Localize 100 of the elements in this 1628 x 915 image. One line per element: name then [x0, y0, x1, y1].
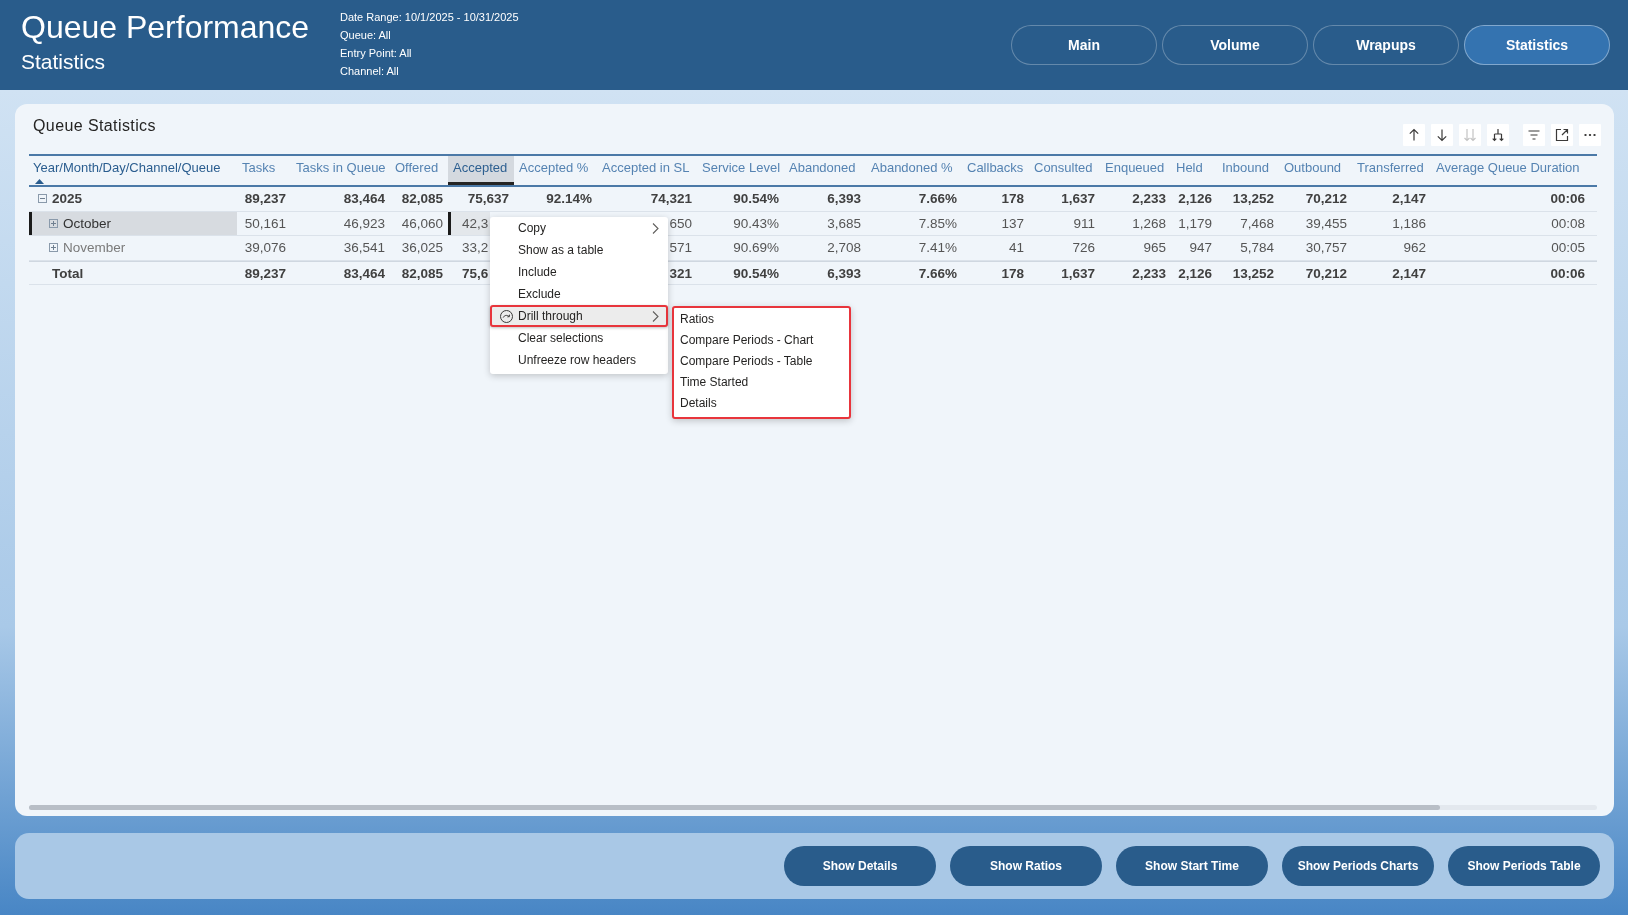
table-cell-text: 7.85% — [917, 214, 958, 233]
page-subtitle: Statistics — [21, 49, 106, 75]
column-header[interactable]: Enqueued — [1100, 156, 1171, 185]
table-cell-text: 3,685 — [826, 214, 862, 233]
table-cell-text: 30,757 — [1304, 239, 1348, 257]
table-cell-text: 46,060 — [400, 214, 444, 233]
table-cell-text: 82,085 — [400, 190, 444, 208]
column-header[interactable]: Accepted % — [514, 156, 597, 185]
nav-tab[interactable]: Statistics — [1464, 25, 1610, 65]
action-button[interactable]: Show Start Time — [1116, 846, 1268, 886]
table-cell-text: 90.54% — [732, 190, 780, 208]
filter-text: Queue: All — [340, 28, 391, 43]
column-header[interactable]: Outbound — [1279, 156, 1352, 185]
row-header[interactable]: 2025 — [29, 187, 237, 211]
column-header[interactable]: Tasks in Queue — [291, 156, 390, 185]
table-cell-text: 2,126 — [1177, 190, 1213, 208]
table-cell-text: 6,393 — [826, 264, 862, 283]
table-cell-text: 74,321 — [649, 190, 693, 208]
action-button[interactable]: Show Details — [784, 846, 936, 886]
column-header[interactable]: Transferred — [1352, 156, 1431, 185]
action-button[interactable]: Show Periods Table — [1448, 846, 1600, 886]
arrow-up-icon[interactable] — [1403, 124, 1425, 146]
table-cell-text: 2,233 — [1131, 190, 1167, 208]
table-cell-text: 947 — [1188, 239, 1213, 257]
menu-item[interactable]: Drill through — [490, 305, 668, 327]
nav-tab[interactable]: Volume — [1162, 25, 1308, 65]
table-cell-text: 1,268 — [1131, 214, 1167, 233]
column-header[interactable]: Offered — [390, 156, 448, 185]
nav-tab[interactable]: Main — [1011, 25, 1157, 65]
table-cell-text: 2,147 — [1391, 190, 1427, 208]
submenu-item[interactable]: Ratios — [674, 309, 849, 330]
table-cell: 42,3 — [448, 211, 490, 235]
more-icon[interactable] — [1579, 124, 1601, 146]
filter-text: Entry Point: All — [340, 46, 412, 61]
table-cell-text: 83,464 — [342, 264, 386, 283]
action-button[interactable]: Show Ratios — [950, 846, 1102, 886]
table-cell-text: 965 — [1142, 239, 1167, 257]
column-header[interactable]: Abandoned — [784, 156, 866, 185]
menu-item[interactable]: Copy — [490, 217, 668, 239]
table-cell-text: 7.41% — [917, 239, 958, 257]
submenu-item[interactable]: Compare Periods - Table — [674, 351, 849, 372]
menu-item[interactable]: Unfreeze row headers — [490, 349, 668, 371]
filter-text: Date Range: 10/1/2025 - 10/31/2025 — [340, 10, 519, 25]
column-header[interactable]: Callbacks — [962, 156, 1029, 185]
table-cell-text: 36,025 — [400, 239, 444, 257]
nav-tab[interactable]: Wrapups — [1313, 25, 1459, 65]
column-header[interactable]: Consulted — [1029, 156, 1100, 185]
table-cell-text: 92.14% — [545, 190, 593, 208]
table-cell-text: 7.66% — [917, 190, 958, 208]
report-title: Queue Performance — [21, 9, 310, 46]
submenu-item[interactable]: Compare Periods - Chart — [674, 330, 849, 351]
table-cell-text: 36,541 — [342, 239, 386, 257]
filter-icon[interactable] — [1523, 124, 1545, 146]
column-header[interactable]: Tasks — [237, 156, 291, 185]
column-header[interactable]: Held — [1171, 156, 1217, 185]
submenu-item[interactable]: Details — [674, 393, 849, 414]
table-cell-text: 1,637 — [1060, 190, 1096, 208]
table-cell-text: 726 — [1071, 239, 1096, 257]
table-cell-text: 90.43% — [732, 214, 780, 233]
minus-square-icon[interactable] — [38, 194, 47, 204]
table-cell-text: 39,455 — [1304, 214, 1348, 233]
action-button[interactable]: Show Periods Charts — [1282, 846, 1434, 886]
column-header[interactable]: Accepted in SL — [597, 156, 697, 185]
table-cell-text: 571 — [669, 239, 693, 257]
submenu-item[interactable]: Time Started — [674, 372, 849, 393]
table-cell-text: 6,393 — [826, 190, 862, 208]
table-cell-text: 00:05 — [1550, 239, 1586, 257]
row-header[interactable]: November — [29, 236, 237, 260]
menu-item[interactable]: Clear selections — [490, 327, 668, 349]
menu-item[interactable]: Include — [490, 261, 668, 283]
table-cell-text: 1,637 — [1060, 264, 1096, 283]
row-header[interactable]: October — [29, 211, 237, 235]
column-header[interactable]: Service Level — [697, 156, 784, 185]
branch-arrows-icon[interactable] — [1487, 124, 1509, 146]
table-cell-text: 2,147 — [1391, 264, 1427, 283]
column-header[interactable]: Inbound — [1217, 156, 1279, 185]
arrow-down-icon[interactable] — [1431, 124, 1453, 146]
table-cell-text: 5,784 — [1239, 239, 1275, 257]
table-cell-text: 178 — [1000, 190, 1025, 208]
table-cell-text: 00:08 — [1550, 214, 1586, 233]
table-cell-text: 89,237 — [243, 264, 287, 283]
table-cell-text: 75,6 — [461, 264, 490, 283]
menu-item[interactable]: Exclude — [490, 283, 668, 305]
table-cell-text: 39,076 — [243, 239, 287, 257]
row-header[interactable]: Total — [29, 261, 237, 285]
table-cell-text: 90.69% — [732, 239, 780, 257]
table-cell-text: 82,085 — [400, 264, 444, 283]
column-header[interactable]: Accepted — [448, 156, 514, 185]
table-cell-text: 650 — [669, 214, 693, 233]
table-cell-text: 2,233 — [1131, 264, 1167, 283]
table-cell-text: 13,252 — [1231, 264, 1275, 283]
table-cell-text: 911 — [1072, 214, 1096, 233]
column-header[interactable]: Abandoned % — [866, 156, 962, 185]
table-cell-text: 2,126 — [1177, 264, 1213, 283]
table-cell-text: 41 — [1007, 239, 1025, 257]
column-header[interactable]: Average Queue Duration — [1431, 156, 1590, 185]
column-header[interactable]: Year/Month/Day/Channel/Queue — [29, 156, 237, 185]
plus-square-icon[interactable] — [49, 243, 58, 253]
plus-square-icon[interactable] — [49, 218, 58, 228]
menu-item[interactable]: Show as a table — [490, 239, 668, 261]
